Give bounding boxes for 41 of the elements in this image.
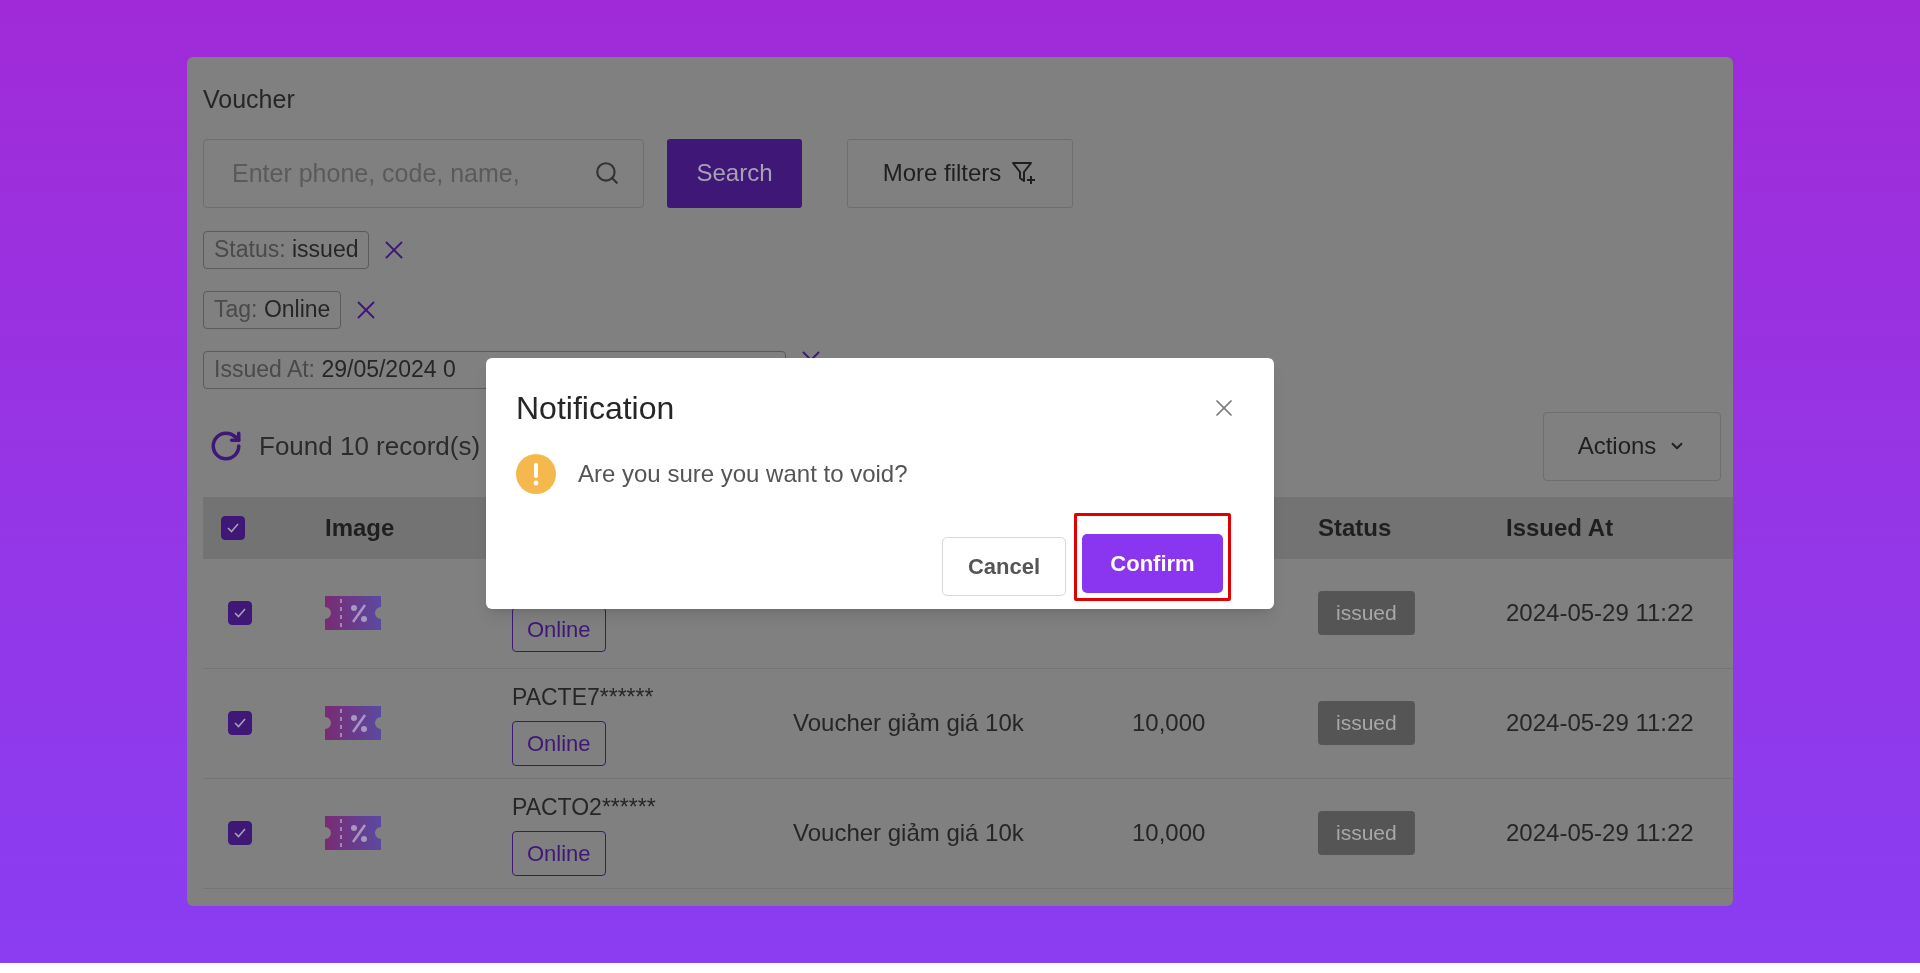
voucher-code: PACTE7****** (512, 683, 654, 713)
voucher-ticket-icon (325, 596, 381, 630)
checkbox[interactable] (228, 711, 252, 735)
confirm-button[interactable]: Confirm (1082, 534, 1223, 593)
actions-button[interactable]: Actions (1543, 411, 1721, 481)
voucher-value: 10,000 (1132, 819, 1206, 846)
column-header: Status (1317, 512, 1393, 543)
issued-at: 2024-05-29 11:22 (1505, 818, 1695, 848)
search-button[interactable]: Search (667, 138, 802, 208)
issued-at: 2024-05-29 11:22 (1505, 708, 1695, 738)
more-filters-button[interactable]: More filters (847, 138, 1073, 208)
voucher-name: Voucher giảm giá 10k (793, 819, 1024, 846)
check-icon (233, 827, 247, 839)
voucher-value: 10,000 (1132, 709, 1206, 736)
column-header: Image (324, 512, 396, 543)
tag-label: Online (512, 830, 606, 876)
check-icon (233, 607, 247, 619)
status-badge: issued (1318, 701, 1415, 745)
dialog-message: Are you sure you want to void? (578, 459, 908, 489)
voucher-ticket-icon (325, 816, 381, 850)
checkbox[interactable] (228, 821, 252, 845)
check-icon (233, 717, 247, 729)
refresh-icon[interactable] (209, 429, 243, 463)
dialog-title: Notification (516, 389, 675, 428)
voucher-ticket-icon (325, 706, 381, 740)
column-header: Issued At (1505, 512, 1615, 543)
status-badge: issued (1318, 591, 1415, 635)
checkbox[interactable] (228, 601, 252, 625)
voucher-code: PACTO2****** (512, 793, 656, 823)
cancel-button[interactable]: Cancel (942, 537, 1066, 596)
page-title: Voucher (203, 84, 296, 115)
checkbox[interactable] (221, 515, 245, 540)
voucher-name: Voucher giảm giá 10k (793, 709, 1024, 736)
status-badge: issued (1318, 811, 1415, 855)
check-icon (226, 521, 240, 534)
filter-plus-icon (1011, 160, 1038, 186)
records-count: Found 10 record(s) (259, 429, 481, 463)
warning-icon (516, 454, 556, 494)
issued-at: 2024-05-29 11:22 (1505, 598, 1695, 628)
search-icon (594, 159, 620, 186)
tag-label: Online (512, 720, 606, 766)
